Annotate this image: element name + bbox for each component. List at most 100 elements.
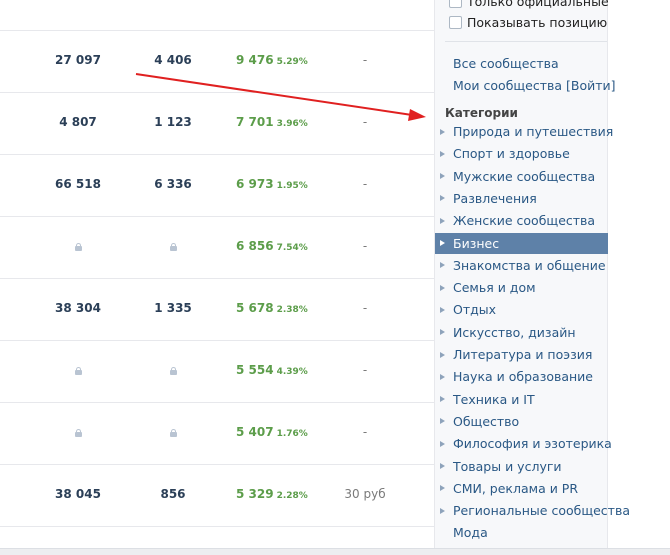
category-label: Искусство, дизайн <box>453 324 576 340</box>
category-label: Мода <box>453 525 488 541</box>
all-communities-link[interactable]: Все сообщества <box>453 56 559 71</box>
category-item[interactable]: Товары и услуги <box>435 456 608 477</box>
communities-table: 27 097 4 406 9 476 5.29% - 4 807 1 123 7 701 3.9… <box>0 0 434 555</box>
table-row[interactable]: 66 518 6 336 6 973 1.95% - <box>0 155 434 217</box>
show-position-checkbox-row[interactable]: Показывать позицию <box>449 13 607 31</box>
reach-value: 6 973 <box>236 177 274 191</box>
daily-cell: 4 406 <box>154 53 192 67</box>
triangle-right-icon <box>440 373 445 380</box>
triangle-right-icon <box>440 440 445 447</box>
daily-cell: 856 <box>160 487 186 501</box>
category-item[interactable]: СМИ, реклама и PR <box>435 478 608 499</box>
members-cell: 38 304 <box>55 301 101 315</box>
table-row[interactable]: 27 097 4 406 9 476 5.29% - <box>0 31 434 93</box>
triangle-right-icon <box>440 396 445 403</box>
members-cell: 38 045 <box>55 487 101 501</box>
reach-cell: 5 407 1.76% <box>236 425 330 439</box>
horizontal-scrollbar[interactable] <box>0 548 670 555</box>
category-label: Спорт и здоровье <box>453 146 570 162</box>
table-row[interactable]: 5 554 4.39% - <box>0 341 434 403</box>
official-only-label: Только официальные <box>467 0 609 9</box>
my-communities-link[interactable]: Мои сообщества [Войти] <box>453 78 616 93</box>
official-only-checkbox-row[interactable]: Только официальные <box>449 0 609 10</box>
category-label: Женские сообщества <box>453 213 596 229</box>
lock-icon <box>74 428 82 437</box>
table-row[interactable]: 5 407 1.76% - <box>0 403 434 465</box>
table-row[interactable]: 4 807 1 123 7 701 3.96% - <box>0 93 434 155</box>
category-label: Развлечения <box>453 190 537 206</box>
category-label: СМИ, реклама и PR <box>453 480 579 496</box>
category-item[interactable]: Женские сообщества <box>435 210 608 231</box>
reach-cell <box>236 0 330 5</box>
price-cell: - <box>362 425 368 439</box>
reach-percent: 4.39% <box>276 367 308 377</box>
price-cell: - <box>362 177 368 191</box>
category-item[interactable]: Региональные сообщества <box>435 500 630 521</box>
category-item[interactable]: Отдых <box>435 299 608 320</box>
sidebar-divider <box>445 41 607 42</box>
triangle-right-icon <box>440 128 445 135</box>
category-item[interactable]: Общество <box>435 411 608 432</box>
reach-percent: 1.95% <box>276 181 308 191</box>
price-cell: - <box>362 363 368 377</box>
category-item[interactable]: Техника и IT <box>435 389 608 410</box>
category-item[interactable]: Развлечения <box>435 188 608 209</box>
members-cell <box>40 363 116 377</box>
show-position-label: Показывать позицию <box>467 14 608 30</box>
category-item[interactable]: Мода <box>435 522 608 543</box>
reach-cell: 9 476 5.29% <box>236 53 330 67</box>
table-row[interactable]: 38 304 1 335 5 678 2.38% - <box>0 279 434 341</box>
price-cell: - <box>362 53 368 67</box>
reach-cell: 6 856 7.54% <box>236 239 330 253</box>
triangle-right-icon <box>440 284 445 291</box>
category-item[interactable]: Знакомства и общение <box>435 255 608 276</box>
triangle-right-icon <box>440 306 445 313</box>
reach-percent: 2.38% <box>276 305 308 315</box>
lock-icon <box>74 242 82 251</box>
lock-icon <box>74 366 82 375</box>
category-item[interactable]: Наука и образование <box>435 366 608 387</box>
table-row[interactable]: 38 045 856 5 329 2.28% 30 руб <box>0 465 434 527</box>
reach-cell: 7 701 3.96% <box>236 115 330 129</box>
price-cell: - <box>362 301 368 315</box>
category-label: Техника и IT <box>453 391 535 407</box>
reach-value: 6 856 <box>236 239 274 253</box>
members-cell: 4 807 <box>59 115 97 129</box>
reach-value: 9 476 <box>236 53 274 67</box>
table-row[interactable]: 6 856 7.54% - <box>0 217 434 279</box>
daily-cell: 1 335 <box>154 301 192 315</box>
triangle-right-icon <box>440 418 445 425</box>
triangle-right-icon <box>440 507 445 514</box>
members-cell <box>40 425 116 439</box>
category-label: Мужские сообщества <box>453 168 596 184</box>
triangle-right-icon <box>440 262 445 269</box>
category-item[interactable]: Мужские сообщества <box>435 166 608 187</box>
category-label: Знакомства и общение <box>453 257 606 273</box>
official-only-checkbox[interactable] <box>449 0 462 8</box>
category-item[interactable]: Искусство, дизайн <box>435 322 608 343</box>
daily-cell: 6 336 <box>154 177 192 191</box>
reach-percent: 7.54% <box>276 243 308 253</box>
show-position-checkbox[interactable] <box>449 15 462 29</box>
category-item[interactable]: Семья и дом <box>435 277 608 298</box>
categories-title: Категории <box>445 106 518 120</box>
reach-value: 7 701 <box>236 115 274 129</box>
category-label: Литература и поэзия <box>453 347 593 362</box>
category-label: Семья и дом <box>453 280 536 296</box>
triangle-right-icon <box>440 329 445 336</box>
triangle-right-icon <box>440 195 445 202</box>
reach-value: 5 407 <box>236 425 274 439</box>
price-cell: - <box>362 239 368 253</box>
reach-percent: 1.76% <box>276 429 308 439</box>
members-cell <box>40 239 116 253</box>
category-item[interactable]: Спорт и здоровье <box>435 143 608 164</box>
category-item[interactable]: Литература и поэзия <box>435 344 608 365</box>
category-item[interactable]: Природа и путешествия <box>435 121 613 142</box>
reach-value: 5 329 <box>236 487 274 501</box>
table-row[interactable] <box>0 0 434 31</box>
category-item[interactable]: Философия и эзотерика <box>435 433 612 454</box>
category-item[interactable]: Бизнес <box>435 232 608 254</box>
category-label: Общество <box>453 413 520 429</box>
filter-sidebar: Только официальные Показывать позицию Вс… <box>434 0 630 548</box>
daily-cell <box>134 363 212 377</box>
